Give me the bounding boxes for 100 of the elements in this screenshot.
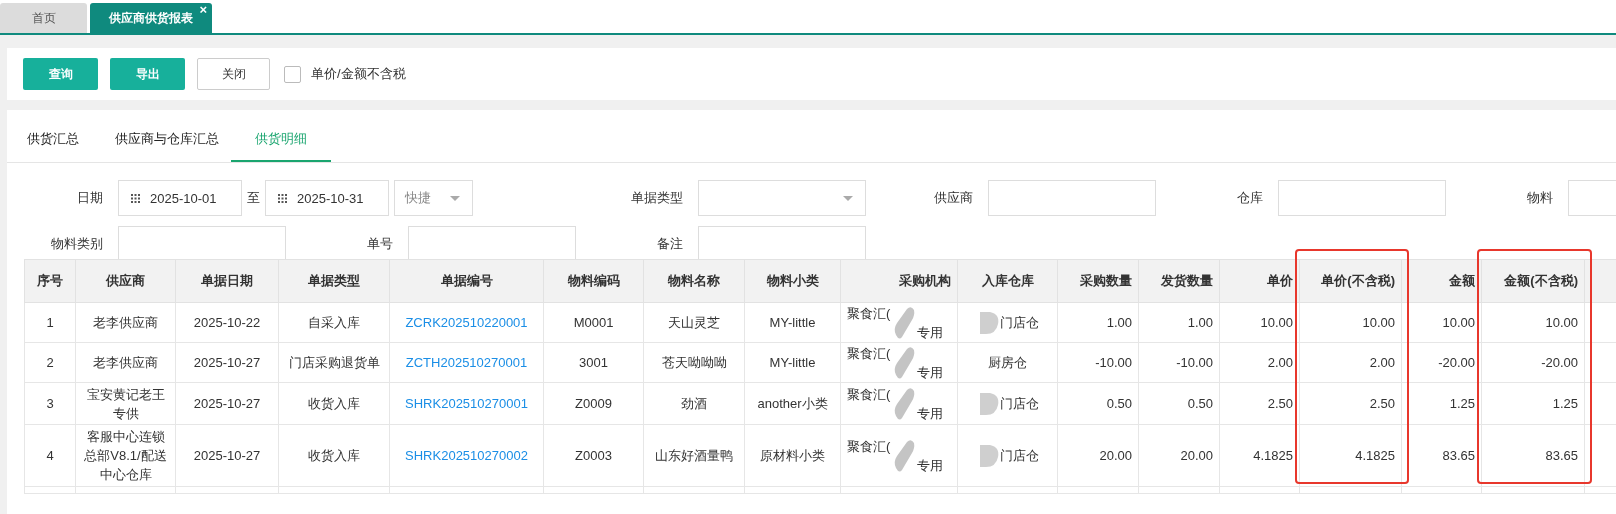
column-header: 单据类型	[278, 259, 390, 303]
table-cell: 1	[46, 315, 54, 330]
filter-label: 物料	[1526, 189, 1554, 207]
input-field[interactable]	[1278, 180, 1446, 216]
table-cell-text: 聚食汇(	[847, 437, 891, 456]
table-cell-text: 门店仓	[1000, 447, 1039, 465]
caret-icon	[843, 195, 853, 201]
filter-label: 物料类别	[50, 235, 104, 253]
table-cell: 3	[46, 396, 54, 411]
filter-label: 日期	[76, 189, 104, 207]
column-header: 采购数量	[1057, 259, 1139, 303]
quick-select[interactable]: 快捷	[394, 180, 473, 216]
table-cell: 10.00	[1260, 315, 1293, 330]
document-link[interactable]: SHRK202510270002	[405, 448, 528, 463]
input-field[interactable]	[118, 226, 286, 262]
report-tab[interactable]: 供应商与仓库汇总	[115, 130, 219, 162]
checkbox[interactable]	[284, 65, 301, 83]
table-cell-text: 门店仓	[1000, 314, 1039, 332]
table-cell: 1.25	[1449, 396, 1475, 411]
column-header: 金额(不含税)	[1481, 259, 1585, 303]
table-cell: 老李供应商	[93, 315, 158, 330]
table-cell: 4.1825	[1355, 448, 1395, 463]
table-cell: 83.65	[1442, 448, 1475, 463]
column-header: 物料小类	[744, 259, 841, 303]
table-cell-text: 门店仓	[1000, 395, 1039, 413]
table-cell: 83.65	[1545, 448, 1578, 463]
column-header: 单据编号	[389, 259, 544, 303]
column-header: 单据日期	[175, 259, 279, 303]
table-cell: 20.00	[1180, 448, 1213, 463]
filter-label: 备注	[656, 235, 684, 253]
table-cell: 山东好酒量鸭	[655, 448, 733, 463]
filter-label: 仓库	[1236, 189, 1264, 207]
table-cell: 2.00	[1369, 355, 1395, 370]
table-cell: 劲酒	[681, 396, 707, 411]
table-cell: 2.50	[1267, 396, 1293, 411]
caret-icon	[450, 195, 460, 201]
table-cell-text: 专用	[917, 323, 943, 342]
table-cell: 1.00	[1187, 315, 1213, 330]
table-cell: -10.00	[1176, 355, 1213, 370]
table-cell: 收货入库	[308, 396, 360, 411]
table-cell: 20.00	[1099, 448, 1132, 463]
table-cell-text: 聚食汇(	[847, 385, 891, 404]
table-cell: 2025-10-27	[193, 448, 261, 463]
page-tab[interactable]: 首页	[0, 3, 87, 33]
column-header: 发货数量	[1138, 259, 1220, 303]
column-header: 单价	[1219, 259, 1300, 303]
column-header: 供应商	[75, 259, 176, 303]
table-cell: 2025-10-27	[193, 355, 261, 370]
table-cell: 2025-10-22	[193, 315, 261, 330]
report-tab[interactable]: 供货汇总	[27, 130, 79, 162]
toolbar-button[interactable]: 导出	[110, 58, 185, 90]
filter-label: 供应商	[933, 189, 974, 207]
table-cell: 门店采购退货单	[288, 355, 380, 370]
close-icon[interactable]: ×	[199, 3, 207, 17]
table-cell: 1.25	[1552, 396, 1578, 411]
table-cell: Z0009	[575, 396, 612, 411]
select-field[interactable]	[698, 180, 866, 216]
range-separator: 至	[247, 189, 260, 207]
column-header: 采购机构	[840, 259, 958, 303]
column-header: 入库仓库	[957, 259, 1058, 303]
table-cell: M0001	[573, 315, 614, 330]
date-field[interactable]: 2025-10-01	[118, 180, 242, 216]
table-cell: 10.00	[1545, 315, 1578, 330]
table-cell: 3001	[579, 355, 608, 370]
table-cell: 2	[46, 355, 54, 370]
table-cell: 宝安黄记老王专供	[86, 386, 165, 421]
table-cell: -20.00	[1541, 355, 1578, 370]
date-field[interactable]: 2025-10-31	[265, 180, 389, 216]
table-cell: Z0003	[575, 448, 612, 463]
table-cell-text: 专用	[917, 404, 943, 423]
table-cell: 0.50	[1106, 396, 1132, 411]
table-cell: 天山灵芝	[668, 315, 720, 330]
table-cell: MY-little	[769, 315, 816, 330]
column-header: 金额	[1401, 259, 1482, 303]
toolbar-button[interactable]: 查询	[23, 58, 98, 90]
table-cell: 10.00	[1442, 315, 1475, 330]
table-cell: 自采入库	[308, 315, 360, 330]
table-cell: -10.00	[1095, 355, 1132, 370]
column-header: 序号	[24, 259, 76, 303]
table-cell: 2025-10-27	[193, 396, 261, 411]
column-header: 物料名称	[643, 259, 745, 303]
table-cell: 10.00	[1362, 315, 1395, 330]
report-tab[interactable]: 供货明细	[231, 130, 331, 162]
toolbar-button[interactable]: 关闭	[197, 58, 270, 90]
calendar-icon	[131, 193, 140, 203]
table-cell: another小类	[757, 396, 828, 411]
input-field[interactable]	[988, 180, 1156, 216]
checkbox-label: 单价/金额不含税	[311, 65, 406, 83]
table-cell: 2.50	[1369, 396, 1395, 411]
table-cell: 4	[46, 448, 54, 463]
input-field[interactable]	[408, 226, 576, 262]
table-cell: 2.00	[1267, 355, 1293, 370]
column-header: 单价(不含税)	[1299, 259, 1402, 303]
table-cell: 4.1825	[1253, 448, 1293, 463]
input-field[interactable]	[698, 226, 866, 262]
table-cell-text: 聚食汇(	[847, 304, 891, 323]
table-cell-text: 厨房仓	[988, 354, 1027, 372]
table-cell-text: 聚食汇(	[847, 344, 891, 363]
table-cell: 收货入库	[308, 448, 360, 463]
page-tab[interactable]: 供应商供货报表 ×	[90, 3, 212, 33]
